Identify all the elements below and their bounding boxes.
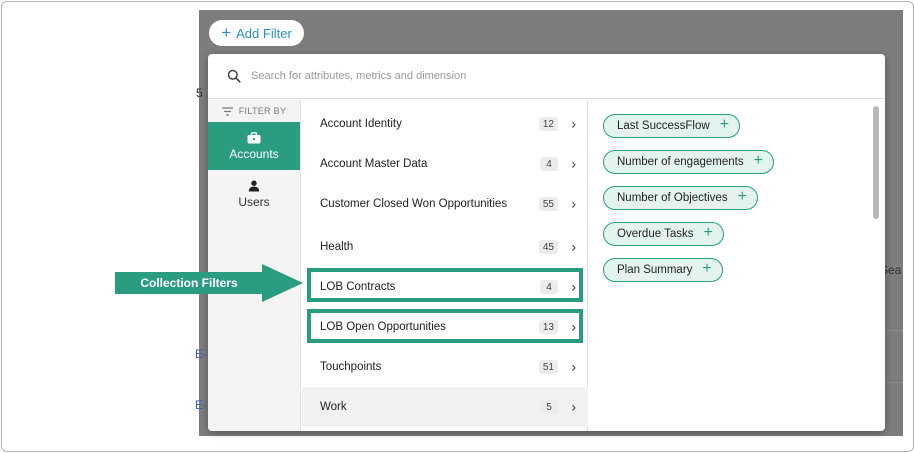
attribute-label: Number of Objectives [617,192,728,204]
plus-icon: + [221,23,232,42]
attribute-label: Last SuccessFlow [617,120,710,132]
attribute-chip[interactable]: Plan Summary + [603,258,723,282]
background-divider [885,330,903,331]
category-item[interactable]: Account Identity 12 › [302,104,588,144]
highlight-box [307,268,583,302]
category-count-badge: 4 [540,157,558,171]
category-label: Account Identity [320,118,402,130]
chevron-right-icon: › [571,238,576,255]
category-label: Customer Closed Won Opportunities [320,198,508,210]
category-label: Health [320,241,354,253]
chevron-right-icon: › [571,115,576,132]
plus-icon: + [753,152,763,169]
arrow-right-icon [262,264,303,302]
category-item[interactable]: Touchpoints 51 › [302,347,588,387]
background-divider [885,382,903,383]
scrollbar[interactable] [873,106,879,219]
filter-by-label: FILTER BY [238,106,287,116]
plus-icon: + [737,188,747,205]
plus-icon: + [703,224,713,241]
attribute-label: Overdue Tasks [617,228,694,240]
category-item[interactable]: Health 45 › [302,227,588,267]
category-label: Account Master Data [320,158,428,170]
filter-lines-icon [221,106,233,116]
attribute-list: Last SuccessFlow + Number of engagements… [589,100,885,431]
chevron-right-icon: › [571,155,576,172]
background-text: 5 [196,86,203,100]
add-filter-button[interactable]: + Add Filter [209,20,304,46]
chevron-right-icon: › [571,398,576,415]
attribute-label: Number of engagements [617,156,744,168]
attribute-label: Plan Summary [617,264,693,276]
category-list: Account Identity 12 › Account Master Dat… [302,100,588,431]
category-item[interactable]: Customer Closed Won Opportunities 55 › [302,184,588,224]
tab-label: Accounts [229,146,279,161]
tab-label: Users [238,194,270,209]
filter-picker-panel: FILTER BY Accounts Users Account Identit… [208,54,885,431]
category-label: Touchpoints [320,361,382,373]
category-item[interactable]: Account Master Data 4 › [302,144,588,184]
callout-label: Collection Filters [115,272,263,294]
search-icon [227,69,241,83]
filter-by-header: FILTER BY [208,100,300,122]
user-icon [248,180,260,191]
category-count-badge: 51 [538,360,558,374]
chevron-right-icon: › [571,195,576,212]
search-input[interactable] [251,70,811,82]
background-link: E- [195,398,207,412]
plus-icon: + [702,260,712,277]
plus-icon: + [719,116,730,133]
briefcase-icon [247,131,261,143]
background-link: E- [195,347,207,361]
category-count-badge: 55 [538,197,558,211]
attribute-chip[interactable]: Number of engagements + [603,150,774,174]
add-filter-label: Add Filter [236,25,292,41]
search-bar [208,54,885,99]
category-count-badge: 45 [538,240,558,254]
attribute-chip[interactable]: Overdue Tasks + [603,222,724,246]
attribute-chip[interactable]: Number of Objectives + [603,186,758,210]
collection-filters-callout: Collection Filters [115,264,303,302]
attribute-chip[interactable]: Last SuccessFlow + [603,114,741,138]
category-label: Work [320,401,347,413]
category-count-badge: 5 [540,400,558,414]
tab-accounts[interactable]: Accounts [208,122,300,170]
category-count-badge: 12 [538,117,558,131]
category-item[interactable]: Work 5 › [302,387,588,427]
tab-users[interactable]: Users [208,170,300,218]
highlight-box [307,309,583,343]
chevron-right-icon: › [571,358,576,375]
